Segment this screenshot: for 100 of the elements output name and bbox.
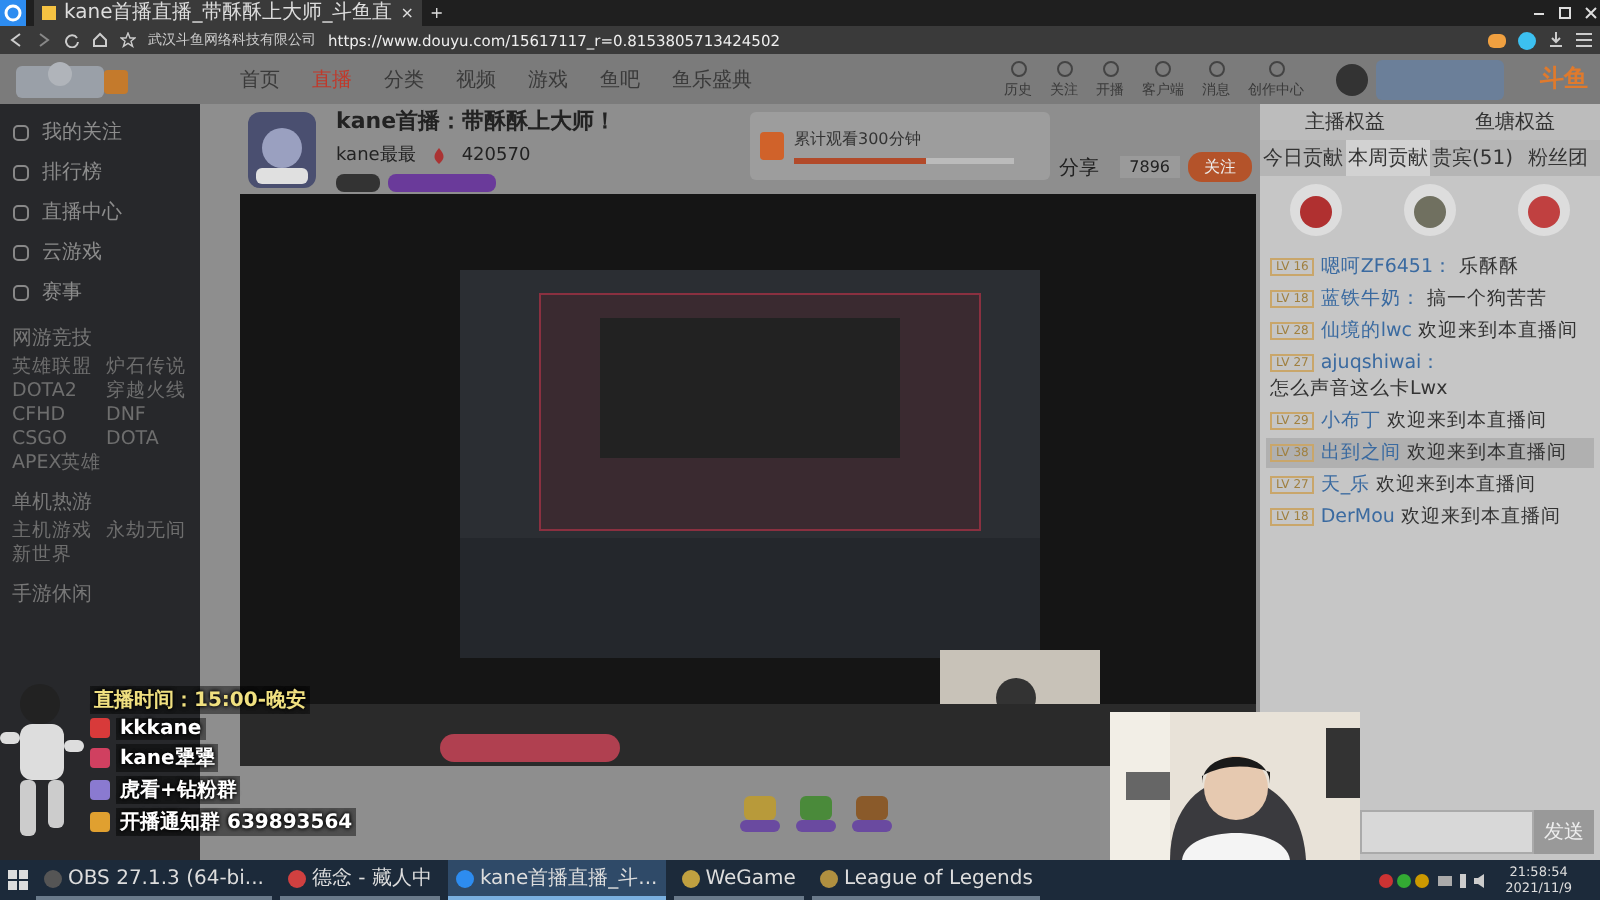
chat-input-field[interactable] <box>1360 810 1534 854</box>
star-icon[interactable] <box>120 32 136 48</box>
sidebar-item[interactable]: 直播中心 <box>12 192 200 232</box>
taskbar-button[interactable]: 德念 - 藏人中 <box>279 860 440 900</box>
ranking-tab[interactable]: 今日贡献 <box>1260 140 1345 176</box>
task-icon <box>760 132 784 160</box>
item-icon <box>12 243 30 261</box>
taskbar-button[interactable]: WeGame <box>673 860 804 900</box>
tool-icon <box>1101 59 1119 77</box>
category-link[interactable]: CFHD <box>12 404 106 428</box>
back-icon[interactable] <box>8 32 24 48</box>
item-icon <box>12 163 30 181</box>
rank-link[interactable]: 鱼塘权益 <box>1475 108 1555 136</box>
ranking-tab[interactable]: 粉丝团 <box>1515 140 1600 176</box>
stream-title: kane首播：带酥酥上大师！ <box>336 106 617 136</box>
site-logo-drawing <box>12 57 132 101</box>
browser-tab[interactable]: kane首播直播_带酥酥上大师_斗鱼直 × <box>34 0 422 26</box>
chat-text: 乐酥酥 <box>1459 254 1519 280</box>
app-icon <box>287 869 306 887</box>
app-icon <box>455 869 474 887</box>
category-link[interactable]: 主机游戏 <box>12 520 106 544</box>
category-link[interactable]: 新世界 <box>12 544 106 568</box>
fan-avatar-icon <box>1290 184 1343 236</box>
chat-text: 欢迎来到本直播间 <box>1400 504 1561 530</box>
send-button[interactable]: 发送 <box>1534 810 1594 854</box>
category-link[interactable]: DOTA2 <box>12 380 106 404</box>
category-link[interactable]: 炉石传说 <box>106 356 200 380</box>
chat-username[interactable]: 嗯呵ZF6451： <box>1320 254 1453 280</box>
share-link[interactable]: 分享 <box>1059 153 1100 181</box>
follow-button[interactable]: 关注 <box>1188 152 1252 182</box>
category-link[interactable]: APEX英雄 <box>12 452 106 476</box>
tool-icon <box>1154 59 1172 77</box>
taskbar-button[interactable]: League of Legends <box>811 860 1041 900</box>
menu-icon[interactable] <box>1576 32 1592 48</box>
category-link[interactable]: 永劫无间 <box>106 520 200 544</box>
overlay-text: kane犟犟 <box>116 743 219 771</box>
category-link[interactable]: DOTA <box>106 428 200 452</box>
sidebar-item[interactable]: 排行榜 <box>12 152 200 192</box>
start-icon[interactable] <box>8 870 28 890</box>
tab-close-button[interactable]: × <box>400 4 414 22</box>
tool-icon <box>1267 59 1285 77</box>
taskbar-button[interactable]: OBS 27.1.3 (64-bi... <box>36 860 272 900</box>
task-title: 累计观看300分钟 <box>794 128 923 150</box>
download-icon[interactable] <box>1548 32 1564 48</box>
section-heading: 手游休闲 <box>12 581 94 608</box>
section-heading: 单机热游 <box>12 489 94 516</box>
overlay-text: kkkane <box>116 717 206 739</box>
ranking-tab[interactable]: 贵宾(51) <box>1430 140 1515 176</box>
nav-link[interactable]: 游戏 <box>528 65 568 93</box>
reload-icon[interactable] <box>64 32 80 48</box>
chat-username[interactable]: 出到之间 <box>1320 440 1401 466</box>
nav-link[interactable]: 视频 <box>456 65 496 93</box>
taskbar-button[interactable]: kane首播直播_斗... <box>447 860 666 900</box>
nav-link[interactable]: 鱼吧 <box>600 65 640 93</box>
nav-link[interactable]: 首页 <box>240 65 280 93</box>
tool-icon <box>1055 59 1073 77</box>
app-icon <box>44 869 62 887</box>
fan-avatar-icon <box>1403 184 1456 236</box>
chat-username[interactable]: 小布丁 <box>1320 408 1381 434</box>
ranking-tab[interactable]: 本周贡献 <box>1345 140 1430 176</box>
tool-icon <box>1009 59 1027 77</box>
chat-username[interactable]: ajuqshiwai： <box>1320 350 1442 376</box>
item-icon <box>12 123 30 141</box>
home-icon[interactable] <box>92 32 108 48</box>
category-link[interactable]: 英雄联盟 <box>12 356 106 380</box>
app-icon <box>681 869 700 887</box>
follower-count: 7896 <box>1119 156 1180 178</box>
app-icon <box>819 869 838 887</box>
chat-username[interactable]: 蓝铁牛奶： <box>1320 286 1421 312</box>
streamer-name[interactable]: kane最最 <box>336 142 416 168</box>
close-icon[interactable] <box>1582 4 1600 22</box>
category-link[interactable]: 穿越火线 <box>106 380 200 404</box>
rank-link[interactable]: 主播权益 <box>1305 108 1385 136</box>
nav-link[interactable]: 分类 <box>384 65 424 93</box>
overlay-text: 虎看+钻粉群 <box>116 775 241 803</box>
forward-icon[interactable] <box>36 32 52 48</box>
new-tab-button[interactable]: + <box>429 4 444 22</box>
sidebar-item[interactable]: 我的关注 <box>12 112 200 152</box>
chat-username[interactable]: DerMou <box>1320 506 1395 528</box>
tab-title: kane首播直播_带酥酥上大师_斗鱼直 <box>64 0 393 26</box>
page-icon <box>42 6 56 20</box>
gift-icon[interactable] <box>740 795 780 831</box>
chat-text: 欢迎来到本直播间 <box>1386 408 1547 434</box>
sidebar-item[interactable]: 云游戏 <box>12 232 200 272</box>
chat-username[interactable]: 仙境的lwc <box>1320 318 1412 344</box>
chat-text: 搞一个狗苦苦 <box>1426 286 1547 312</box>
hot-icon <box>431 147 446 163</box>
category-link[interactable]: DNF <box>106 404 200 428</box>
maximize-icon[interactable] <box>1556 4 1574 22</box>
overlay-text: 开播通知群 639893564 <box>116 807 357 835</box>
chat-username[interactable]: 天_乐 <box>1320 472 1371 498</box>
chat-text: 欢迎来到本直播间 <box>1376 472 1537 498</box>
chat-text: 怎么声音这么卡Lwx <box>1270 376 1448 402</box>
fan-avatar-icon <box>1517 184 1570 236</box>
tool-icon <box>1207 59 1225 77</box>
sidebar-item[interactable]: 赛事 <box>12 272 200 312</box>
nav-link[interactable]: 鱼乐盛典 <box>672 65 752 93</box>
chat-text: 欢迎来到本直播间 <box>1406 440 1567 466</box>
popularity-count: 420570 <box>461 145 531 165</box>
category-link[interactable]: CSGO <box>12 428 106 452</box>
